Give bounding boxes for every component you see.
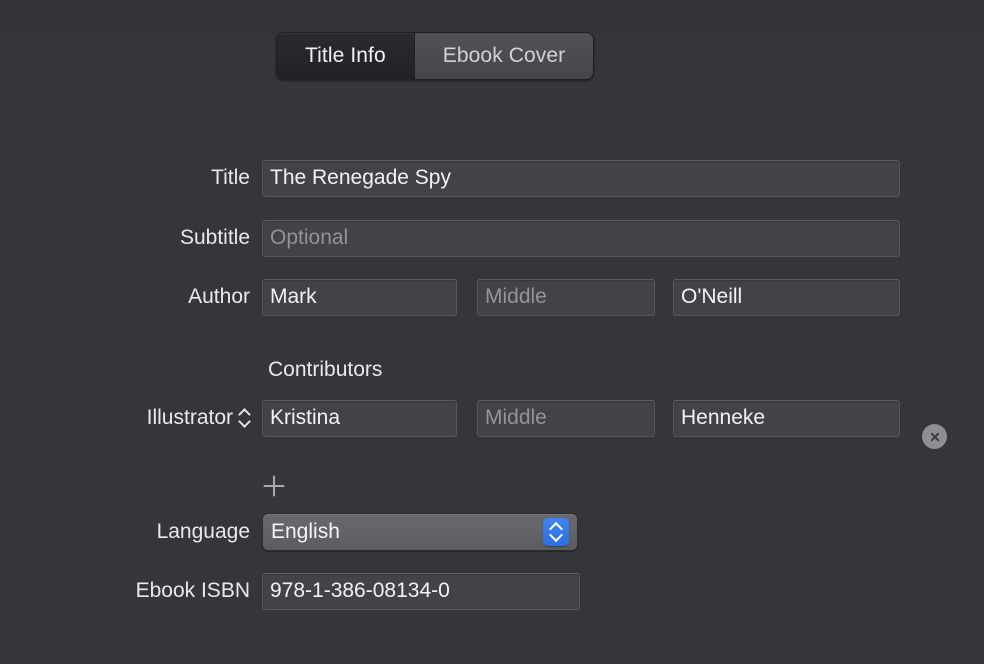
author-first-name-input[interactable]: Mark [262,279,457,316]
title-input[interactable]: The Renegade Spy [262,160,900,197]
author-middle-name-input[interactable]: Middle [477,279,655,316]
chevron-up-down-icon [239,407,250,429]
language-select[interactable]: English [262,513,578,551]
language-selected-value: English [271,520,543,544]
title-label: Title [0,166,250,190]
author-last-name-input[interactable]: O'Neill [673,279,900,316]
contributor-first-name-input[interactable]: Kristina [262,400,457,437]
contributor-last-name-input[interactable]: Henneke [673,400,900,437]
contributor-role-popup[interactable]: Illustrator [0,406,250,430]
contributors-heading: Contributors [268,358,382,382]
title-info-panel: Title Info Ebook Cover Title The Renegad… [0,0,984,664]
add-contributor-button[interactable] [262,474,286,498]
language-label: Language [0,520,250,544]
subtitle-input[interactable]: Optional [262,220,900,257]
author-label: Author [0,285,250,309]
chevron-up-down-icon [543,518,569,546]
subtitle-label: Subtitle [0,226,250,250]
contributor-role-label: Illustrator [147,406,233,430]
contributor-middle-name-input[interactable]: Middle [477,400,655,437]
ebook-isbn-input[interactable]: 978-1-386-08134-0 [262,573,580,610]
remove-contributor-button[interactable] [922,424,947,449]
metadata-form: Title The Renegade Spy Subtitle Optional… [0,0,984,664]
ebook-isbn-label: Ebook ISBN [0,579,250,603]
